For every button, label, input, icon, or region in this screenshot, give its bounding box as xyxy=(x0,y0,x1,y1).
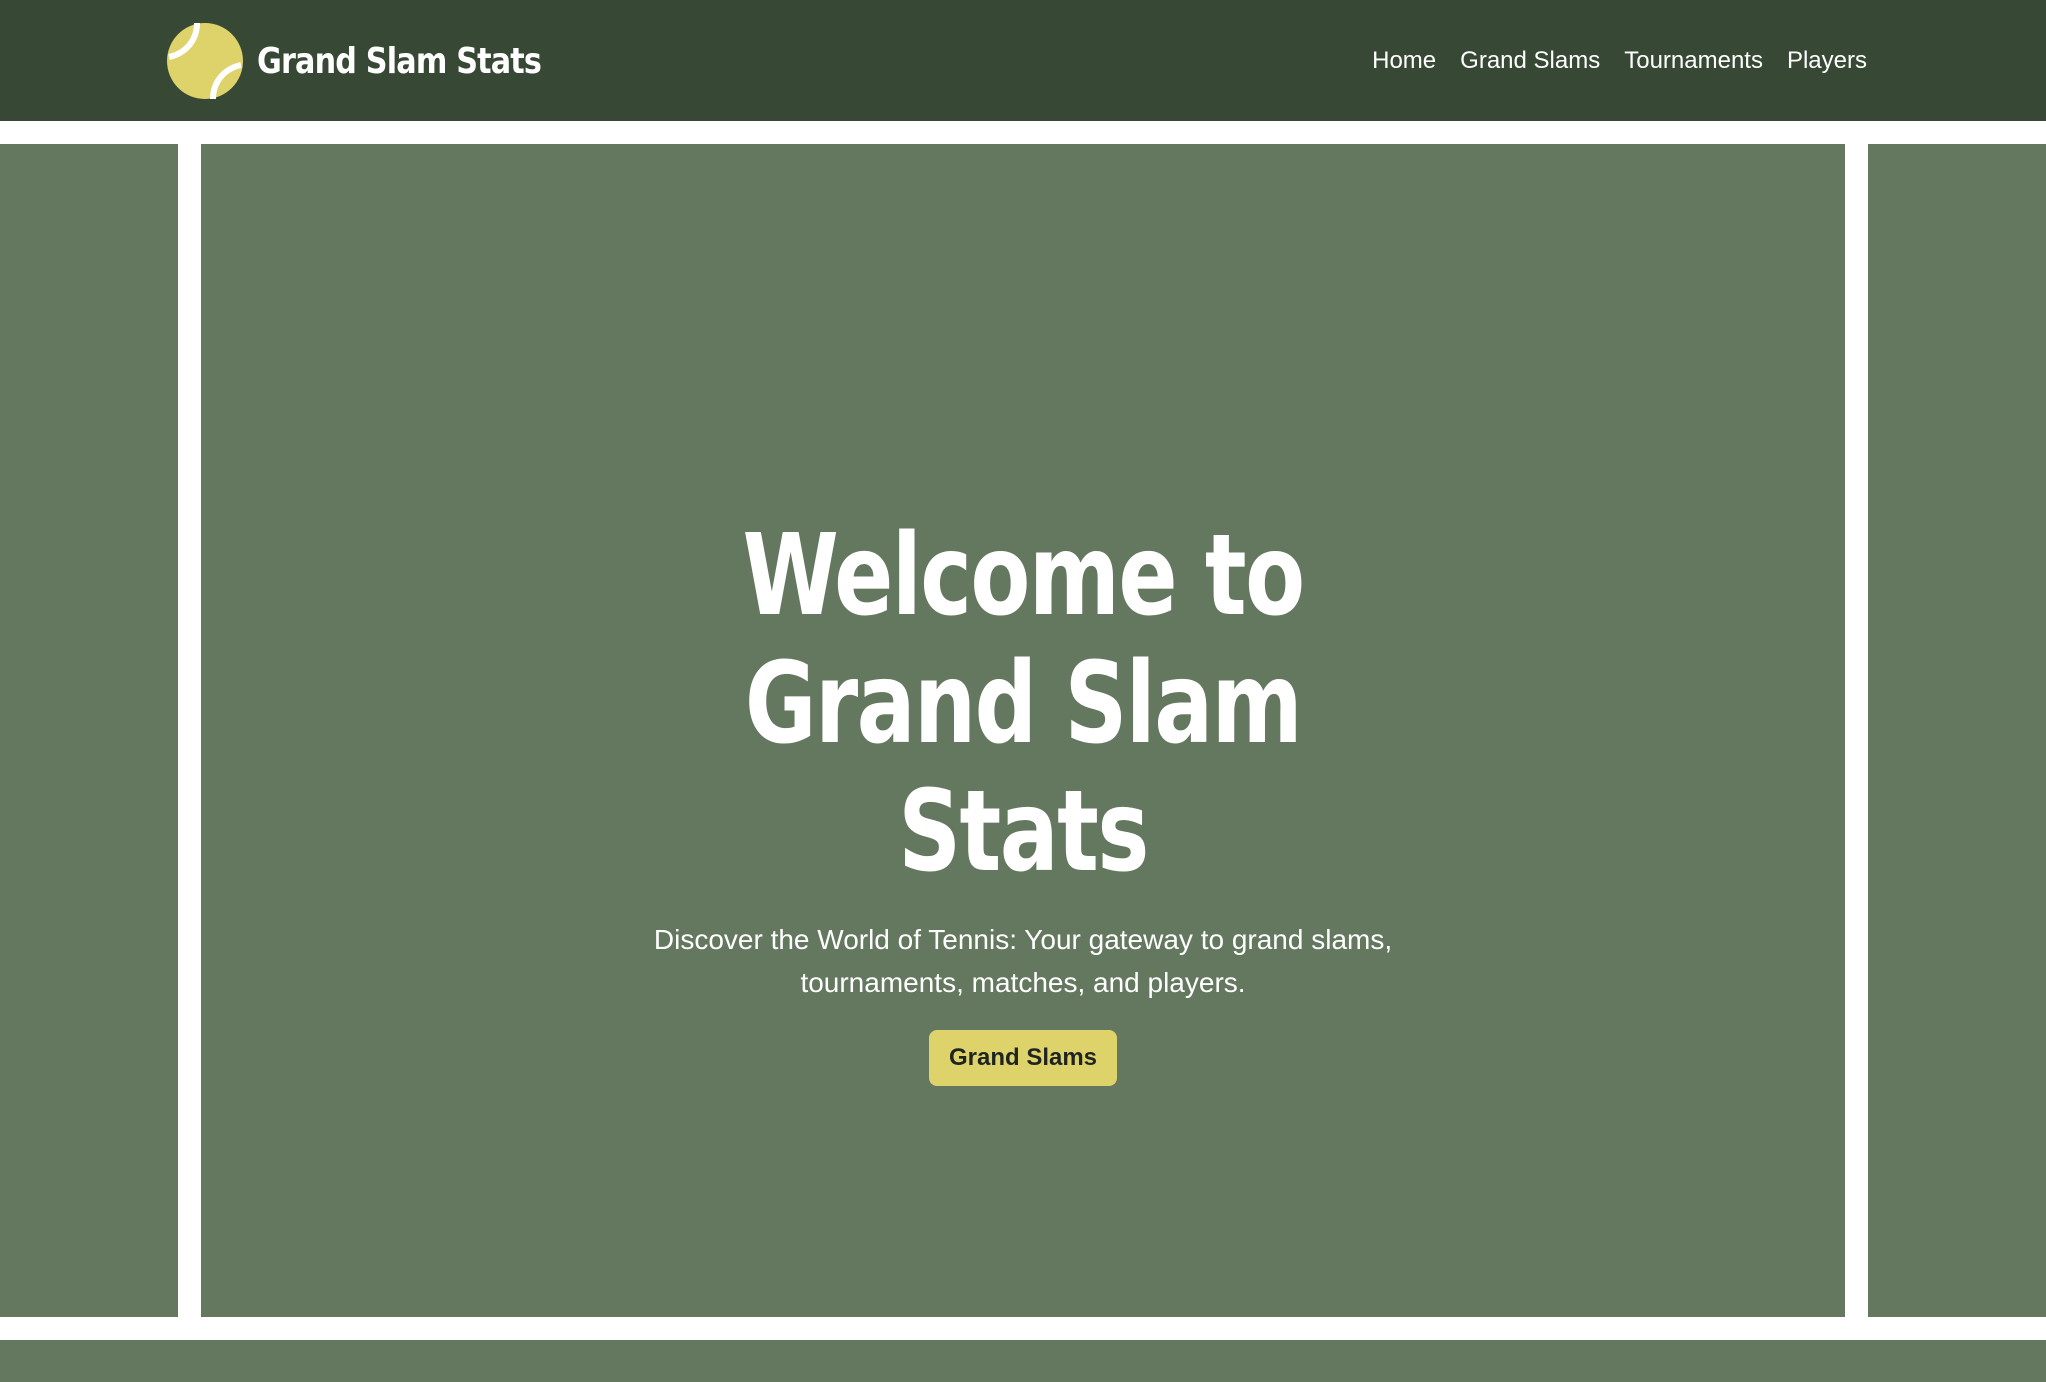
hero-title: Welcome to Grand Slam Stats xyxy=(742,511,1305,897)
nav-grand-slams[interactable]: Grand Slams xyxy=(1460,47,1600,75)
brand-link[interactable]: Grand Slam Stats xyxy=(167,23,595,99)
hero-section: Welcome to Grand Slam Stats Discover the… xyxy=(0,121,2046,1382)
nav-players[interactable]: Players xyxy=(1787,47,1867,75)
grand-slams-button[interactable]: Grand Slams xyxy=(928,1030,1118,1086)
hero-subtitle: Discover the World of Tennis: Your gatew… xyxy=(653,924,1393,998)
main-nav: Home Grand Slams Tournaments Players xyxy=(1372,0,1867,121)
court-line-bottom xyxy=(0,1317,2046,1340)
court-line-top xyxy=(0,121,2046,144)
tennis-ball-icon xyxy=(167,23,243,99)
brand-name: Grand Slam Stats xyxy=(257,40,542,82)
court-line-right xyxy=(1845,121,1868,1340)
court-line-left xyxy=(178,121,201,1340)
hero-content: Welcome to Grand Slam Stats Discover the… xyxy=(201,512,1845,1086)
navbar: Grand Slam Stats Home Grand Slams Tourna… xyxy=(0,0,2046,121)
nav-home[interactable]: Home xyxy=(1372,47,1436,75)
nav-tournaments[interactable]: Tournaments xyxy=(1624,47,1763,75)
